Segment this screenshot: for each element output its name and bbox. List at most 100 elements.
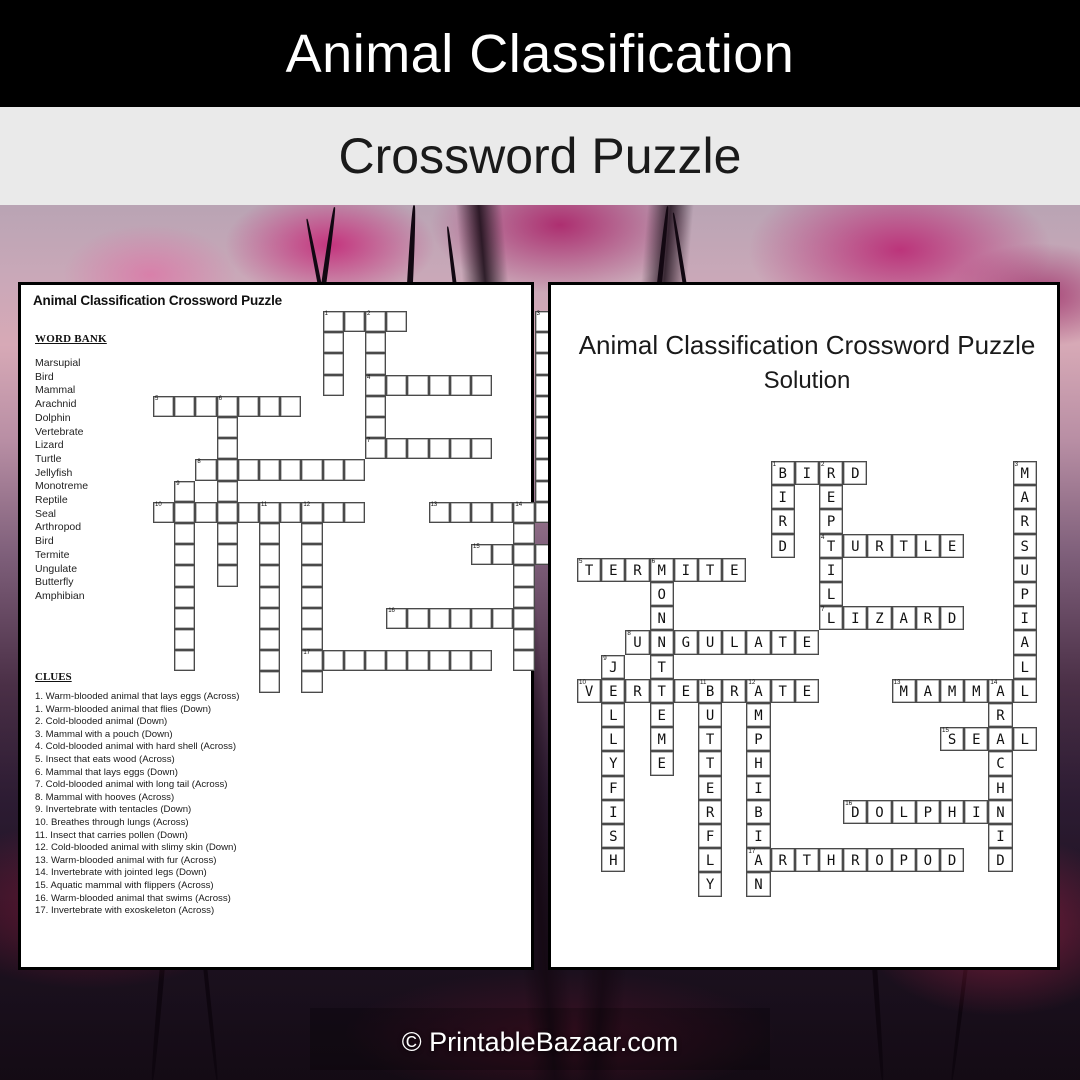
crossword-cell[interactable]: R [770,509,795,534]
crossword-cell[interactable]: 5 [153,395,175,417]
crossword-cell[interactable]: O [867,848,892,873]
crossword-cell[interactable] [471,607,493,629]
crossword-cell[interactable]: L [915,533,940,558]
crossword-cell[interactable] [365,417,387,439]
crossword-cell[interactable] [407,607,429,629]
crossword-cell[interactable]: 14 [513,501,535,523]
crossword-cell[interactable] [386,311,408,333]
crossword-cell[interactable]: L [601,703,626,728]
crossword-cell[interactable] [322,650,344,672]
crossword-cell[interactable]: E [819,485,844,510]
crossword-cell[interactable]: D [770,533,795,558]
crossword-cell[interactable] [428,438,450,460]
crossword-cell[interactable] [322,374,344,396]
crossword-cell[interactable]: R [770,848,795,873]
crossword-cell[interactable]: I [843,606,868,631]
crossword-cell[interactable]: H [988,775,1013,800]
crossword-cell[interactable]: E [964,727,989,752]
crossword-cell[interactable]: E [601,557,626,582]
crossword-cell[interactable]: D [940,606,965,631]
crossword-cell[interactable] [174,395,196,417]
crossword-cell[interactable]: M [746,703,771,728]
crossword-cell[interactable]: D [988,848,1013,873]
crossword-cell[interactable]: A [1012,630,1037,655]
crossword-cell[interactable] [322,353,344,375]
crossword-cell[interactable]: 8 [195,459,217,481]
crossword-cell[interactable]: Y [601,751,626,776]
crossword-cell[interactable]: L [1012,727,1037,752]
crossword-cell[interactable]: R [698,799,723,824]
crossword-cell[interactable]: T [698,557,723,582]
crossword-cell[interactable] [428,374,450,396]
crossword-cell[interactable]: H [746,751,771,776]
crossword-cell[interactable] [259,565,281,587]
crossword-cell[interactable]: E [940,533,965,558]
crossword-cell[interactable]: H [940,799,965,824]
crossword-cell[interactable]: T [649,654,674,679]
crossword-cell[interactable] [343,501,365,523]
crossword-cell[interactable]: I [746,824,771,849]
crossword-cell[interactable] [216,565,238,587]
crossword-cell[interactable]: 14 A [988,678,1013,703]
crossword-cell[interactable] [259,459,281,481]
crossword-cell[interactable]: 15 [471,544,493,566]
crossword-cell[interactable] [259,650,281,672]
crossword-cell[interactable] [237,501,259,523]
crossword-cell[interactable]: R [915,606,940,631]
crossword-cell[interactable]: M [649,727,674,752]
crossword-cell[interactable]: 16 D [843,799,868,824]
crossword-cell[interactable]: E [601,678,626,703]
crossword-cell[interactable] [322,501,344,523]
crossword-cell[interactable]: T [794,848,819,873]
crossword-cell[interactable]: L [1012,678,1037,703]
crossword-cell[interactable] [174,501,196,523]
crossword-cell[interactable] [386,438,408,460]
crossword-cell[interactable] [216,459,238,481]
crossword-cell[interactable] [492,544,514,566]
crossword-cell[interactable] [259,629,281,651]
crossword-cell[interactable] [259,607,281,629]
crossword-cell[interactable]: R [722,678,747,703]
crossword-cell[interactable]: I [819,557,844,582]
crossword-cell[interactable]: E [794,630,819,655]
crossword-cell[interactable]: I [794,461,819,486]
crossword-cell[interactable] [216,417,238,439]
crossword-cell[interactable] [174,544,196,566]
crossword-cell[interactable]: 1B [770,461,795,486]
crossword-cell[interactable] [259,544,281,566]
crossword-cell[interactable]: 6 [216,395,238,417]
crossword-cell[interactable]: S [601,824,626,849]
crossword-cell[interactable] [174,607,196,629]
crossword-cell[interactable] [513,565,535,587]
crossword-cell[interactable]: N [649,606,674,631]
crossword-cell[interactable] [301,629,323,651]
crossword-cell[interactable] [471,650,493,672]
crossword-cell[interactable] [301,523,323,545]
crossword-cell[interactable]: N [649,630,674,655]
crossword-cell[interactable] [513,586,535,608]
crossword-cell[interactable] [365,353,387,375]
crossword-cell[interactable]: 12 A [746,678,771,703]
crossword-cell[interactable]: R [867,533,892,558]
crossword-cell[interactable]: R [843,848,868,873]
crossword-cell[interactable]: Z [867,606,892,631]
crossword-cell[interactable]: 12 [301,501,323,523]
crossword-cell[interactable]: 16 [386,607,408,629]
crossword-cell[interactable]: C [988,751,1013,776]
crossword-cell[interactable]: H [819,848,844,873]
crossword-cell[interactable]: L [698,848,723,873]
crossword-cell[interactable]: A [915,678,940,703]
crossword-cell[interactable]: R [988,703,1013,728]
crossword-cell[interactable]: B [746,799,771,824]
crossword-cell[interactable]: T [891,533,916,558]
crossword-cell[interactable]: 11 [259,501,281,523]
crossword-cell[interactable]: D [843,461,868,486]
crossword-cell[interactable]: R [625,678,650,703]
crossword-cell[interactable]: 10 [153,501,175,523]
crossword-cell[interactable] [237,459,259,481]
crossword-cell[interactable] [195,501,217,523]
crossword-cell[interactable] [471,438,493,460]
crossword-cell[interactable] [343,311,365,333]
crossword-cell[interactable]: D [940,848,965,873]
crossword-cell[interactable] [301,565,323,587]
